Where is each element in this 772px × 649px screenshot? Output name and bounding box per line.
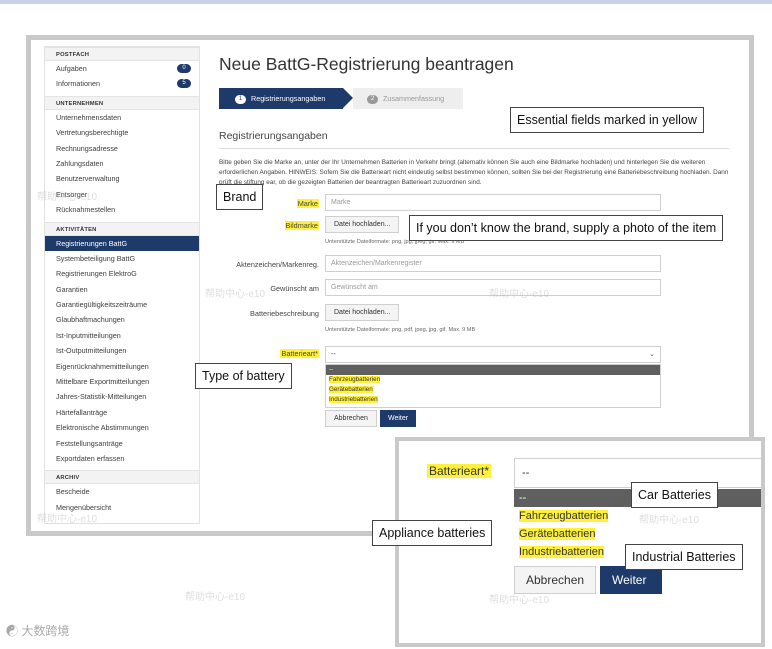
sidebar-item-bescheide[interactable]: Bescheide [45,484,199,499]
callout-appliance-batteries: Appliance batteries [372,520,493,546]
sidebar-heading-postfach: POSTFACH [45,47,199,61]
sidebar-item-ruecknahmestellen[interactable]: Rücknahmestellen [45,202,199,217]
zoom-cancel-button[interactable]: Abbrechen [514,566,597,594]
sidebar-item-registrierungen-battg[interactable]: Registrierungen BattG [45,235,199,251]
beschreibung-label: Batteriebeschreibung [250,309,319,318]
step-label: Zusammenfassung [383,94,445,103]
sidebar-heading-unternehmen: UNTERNEHMEN [45,95,199,110]
beschreibung-upload-button[interactable]: Datei hochladen... [325,304,400,321]
sidebar-item-mittelbare-export[interactable]: Mittelbare Exportmitteilungen [45,374,199,389]
sidebar-item-systembeteiligung[interactable]: Systembeteiligung BattG [45,251,199,266]
watermark-text: 帮助中心-e10 [37,514,98,525]
select-value: -- [331,351,336,358]
count-badge: 5 [177,79,191,89]
watermark-text: 帮助中心-e10 [489,289,550,300]
batterieart-label: Batterieart* [280,349,319,358]
bildmarke-upload-button[interactable]: Datei hochladen... [325,216,400,233]
sidebar-heading-archiv: ARCHIV [45,470,199,485]
sidebar-item-zahlungsdaten[interactable]: Zahlungsdaten [45,156,199,171]
batterieart-select[interactable]: -- ⌄ [325,346,661,363]
count-badge: 0 [177,64,191,73]
dropdown-option[interactable]: -- [326,365,660,375]
sidebar-item-garantiegueltigkeit[interactable]: Garantiegültigkeitszeiträume [45,297,199,312]
dropdown-option[interactable]: Industriebatterien [326,395,660,405]
page-title: Neue BattG-Registrierung beantragen [219,54,514,74]
sidebar-item-aufgaben[interactable]: Aufgaben 0 [45,61,199,76]
callout-industrial-batteries: Industrial Batteries [625,544,743,570]
chevron-down-icon: ⌄ [649,351,655,358]
sidebar-item-vertretungsberechtigte[interactable]: Vertretungsberechtigte [45,125,199,140]
dropdown-option[interactable]: Fahrzeugbatterien [326,375,660,385]
sidebar-item-garantien[interactable]: Garantien [45,282,199,297]
callout-battery-type: Type of battery [195,363,292,389]
step-number: 2 [367,94,378,104]
footer-logo: ☯ 大数跨境 [6,624,70,638]
zoom-dropdown-option[interactable]: Gerätebatterien [514,525,761,543]
watermark-text: 帮助中心-e10 [185,592,246,603]
step-zusammenfassung[interactable]: 2 Zusammenfassung [353,88,463,109]
callout-photo: If you don’t know the brand, supply a ph… [409,215,724,241]
sidebar-item-glaubhaftmachungen[interactable]: Glaubhaftmachungen [45,312,199,327]
callout-car-batteries: Car Batteries [631,482,718,508]
step-registrierungsangaben[interactable]: 1 Registrierungsangaben [219,88,353,109]
callout-brand: Brand [216,184,264,210]
sidebar-item-registrierungen-elektrog[interactable]: Registrierungen ElektroG [45,266,199,281]
batterieart-dropdown: -- Fahrzeugbatterien Gerätebatterien Ind… [325,364,661,408]
top-border-line [0,0,772,4]
marke-input[interactable]: Marke [325,194,661,211]
step-number: 1 [235,94,246,104]
watermark-text: 帮助中心-e10 [489,595,550,606]
aktenzeichen-input[interactable]: Aktenzeichen/Markenregister [325,255,661,272]
bildmarke-label: Bildmarke [284,221,319,230]
watermark-text: 帮助中心-e10 [639,515,700,526]
sidebar-item-feststellung[interactable]: Feststellungsanträge [45,436,199,451]
sidebar-item-abstimmungen[interactable]: Elektronische Abstimmungen [45,420,199,435]
step-label: Registrierungsangaben [251,94,326,103]
watermark-text: 帮助中心-e10 [37,192,98,203]
sidebar-item-jahres-statistik[interactable]: Jahres-Statistik-Mitteilungen [45,389,199,404]
sidebar-item-label: Informationen [56,79,100,89]
zoom-next-button[interactable]: Weiter [600,566,662,594]
next-button[interactable]: Weiter [380,410,417,427]
sidebar-item-informationen[interactable]: Informationen 5 [45,76,199,91]
watermark-text: 帮助中心-e10 [205,289,266,300]
section-title: Registrierungsangaben [219,130,328,142]
zoom-batterieart-label: Batterieart* [427,464,492,478]
dropdown-option[interactable]: Gerätebatterien [326,385,660,395]
sidebar-item-ist-input[interactable]: Ist-Inputmitteilungen [45,328,199,343]
intro-text: Bitte geben Sie die Marke an, unter der … [219,159,729,187]
sidebar-item-benutzerverwaltung[interactable]: Benutzerverwaltung [45,171,199,186]
beschreibung-hint: Unterstützte Dateiformate: png, pdf, jpe… [325,327,476,333]
sidebar-item-haertefall[interactable]: Härtefallanträge [45,405,199,420]
section-divider [219,148,729,149]
cancel-button[interactable]: Abbrechen [325,410,377,427]
sidebar-item-label: Aufgaben [56,64,87,73]
sidebar-item-rechnungsadresse[interactable]: Rechnungsadresse [45,141,199,156]
aktenzeichen-label: Aktenzeichen/Markenreg. [236,260,319,269]
callout-essential-fields: Essential fields marked in yellow [510,107,704,133]
sidebar-item-eigenruecknahme[interactable]: Eigenrücknahmemitteilungen [45,359,199,374]
sidebar-item-ist-output[interactable]: Ist-Outputmitteilungen [45,343,199,358]
sidebar-heading-aktivitaeten: AKTIVITÄTEN [45,221,199,236]
sidebar-item-unternehmensdaten[interactable]: Unternehmensdaten [45,110,199,125]
sidebar-item-exportdaten[interactable]: Exportdaten erfassen [45,451,199,466]
logo-icon: ☯ [6,624,19,638]
sidebar: POSTFACH Aufgaben 0 Informationen 5 UNTE… [44,46,200,524]
